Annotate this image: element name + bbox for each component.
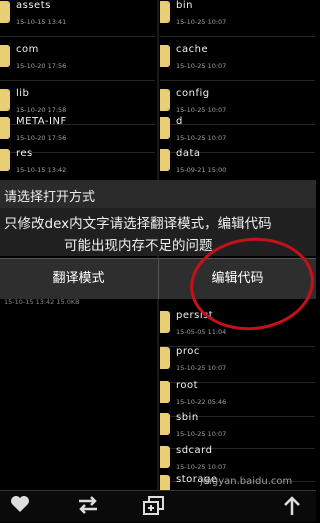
file-date: 15-10-15 13:42: [16, 166, 67, 174]
file-row[interactable]: data 15-09-21 15:00: [160, 140, 315, 185]
folder-icon: [160, 311, 170, 333]
dialog-message-line2: 可能出现内存不足的问题: [64, 238, 213, 254]
file-name: res: [16, 148, 33, 159]
dialog-title: 请选择打开方式: [4, 190, 96, 205]
file-row[interactable]: assets 15-10-15 13:41: [0, 0, 155, 37]
dialog-message: 只修改dex内文字请选择翻译模式，编辑代码 可能出现内存不足的问题: [0, 208, 316, 256]
dialog-title-bar: 请选择打开方式: [0, 180, 316, 208]
file-date: 15-10-25 10:07: [176, 18, 227, 26]
swap-icon[interactable]: [76, 495, 100, 517]
translate-mode-button[interactable]: 翻译模式: [0, 259, 157, 299]
file-name: assets: [16, 0, 51, 11]
heart-icon[interactable]: [8, 495, 32, 517]
folder-icon: [160, 45, 170, 67]
partial-file-date: 15-10-15 13:42 15.0KB: [4, 298, 80, 306]
folder-icon: [160, 446, 170, 468]
file-name: data: [176, 148, 201, 159]
folder-icon: [160, 347, 170, 369]
file-date: 15-10-25 10:07: [176, 364, 227, 372]
file-name: sbin: [176, 412, 199, 423]
folder-icon: [160, 413, 170, 435]
file-row[interactable]: cache 15-10-25 10:07: [160, 36, 315, 81]
watermark: jingyan.baidu.com: [200, 476, 293, 487]
file-name: persist: [176, 310, 214, 321]
file-name: config: [176, 88, 210, 99]
file-date: 15-09-21 15:00: [176, 166, 227, 174]
file-name: root: [176, 380, 199, 391]
folder-icon: [0, 1, 10, 23]
file-row[interactable]: res 15-10-15 13:42: [0, 140, 155, 185]
folder-icon: [160, 149, 170, 171]
folder-icon: [0, 45, 10, 67]
folder-icon: [160, 117, 170, 139]
file-row[interactable]: bin 15-10-25 10:07: [160, 0, 315, 37]
file-name: proc: [176, 346, 200, 357]
edit-code-button[interactable]: 编辑代码: [158, 259, 316, 299]
dialog-button-bar: 翻译模式 编辑代码: [0, 258, 316, 299]
file-name: com: [16, 44, 39, 55]
folder-icon: [0, 149, 10, 171]
folder-icon: [0, 117, 10, 139]
file-date: 15-10-15 13:41: [16, 18, 67, 26]
folder-icon: [160, 1, 170, 23]
file-name: d: [176, 116, 183, 127]
file-date: 15-10-20 17:56: [16, 62, 67, 70]
file-date: 15-10-25 10:07: [176, 62, 227, 70]
file-name: lib: [16, 88, 30, 99]
up-arrow-icon[interactable]: [280, 495, 304, 517]
file-name: sdcard: [176, 445, 213, 456]
file-name: META-INF: [16, 116, 67, 127]
add-window-icon[interactable]: [142, 495, 166, 517]
bottom-toolbar: [0, 490, 316, 522]
file-name: cache: [176, 44, 209, 55]
folder-icon: [160, 381, 170, 403]
dialog-message-line1: 只修改dex内文字请选择翻译模式，编辑代码: [4, 216, 272, 232]
file-row[interactable]: com 15-10-20 17:56: [0, 36, 155, 81]
file-name: bin: [176, 0, 193, 11]
file-date: 15-05-05 11:04: [176, 328, 227, 336]
